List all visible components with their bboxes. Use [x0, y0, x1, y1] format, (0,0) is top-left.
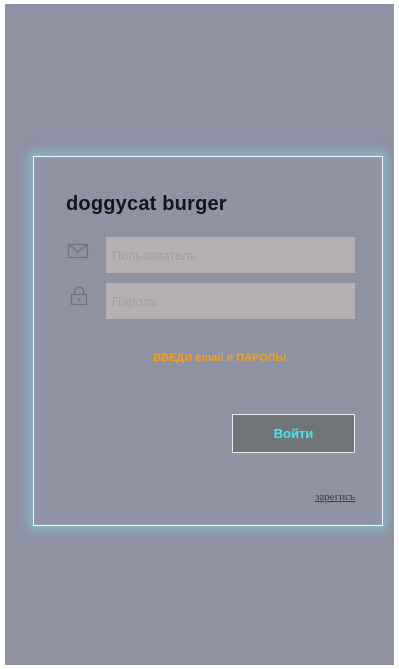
lock-icon — [68, 285, 90, 307]
username-input[interactable] — [106, 237, 355, 273]
mail-icon — [67, 240, 89, 262]
app-title: doggycat burger — [66, 193, 227, 215]
login-button[interactable]: Войти — [232, 414, 355, 453]
app-screen: doggycat burger ВВЕДИ email и ПАРОЛЬ! Во… — [5, 4, 394, 665]
login-card: doggycat burger ВВЕДИ email и ПАРОЛЬ! Во… — [33, 156, 383, 526]
register-link[interactable]: зарегись — [315, 491, 355, 503]
password-input[interactable] — [106, 283, 355, 319]
error-message: ВВЕДИ email и ПАРОЛЬ! — [153, 352, 287, 364]
